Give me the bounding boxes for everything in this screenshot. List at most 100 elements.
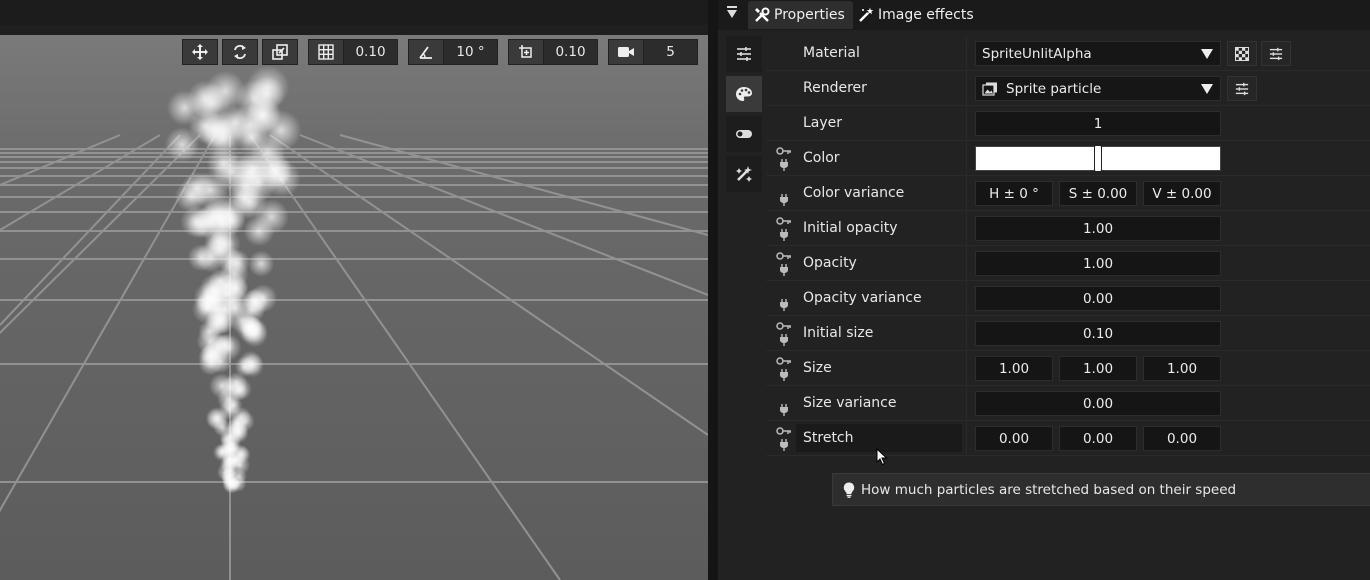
material-settings-button[interactable]: [1261, 41, 1291, 66]
color-label: Color: [803, 150, 840, 166]
camera-speed-toggle[interactable]: [608, 39, 644, 65]
tab-image-effects[interactable]: Image effects: [852, 1, 982, 29]
renderer-settings-button[interactable]: [1227, 76, 1257, 101]
hue-variance-input[interactable]: H ± 0 °: [975, 181, 1053, 206]
keyframe-key-icon[interactable]: [776, 322, 792, 332]
key-plug-icons: [776, 427, 792, 451]
initial-size-input[interactable]: 0.10: [975, 321, 1221, 346]
smoke-particle: [242, 288, 267, 313]
opacity-variance-input[interactable]: 0.00: [975, 286, 1221, 311]
plug-icon[interactable]: [779, 369, 789, 381]
scale-snap-value[interactable]: 0.10: [544, 39, 598, 65]
grid-snap-value[interactable]: 0.10: [344, 39, 398, 65]
scale-tool-button[interactable]: [262, 39, 298, 65]
property-row-color-variance: Color variance H ± 0 ° S ± 0.00 V ± 0.00: [766, 176, 1370, 211]
panel-tab-bar: Properties Image effects: [718, 0, 1370, 30]
plug-icon[interactable]: [779, 334, 789, 346]
collapse-menu-icon[interactable]: [727, 10, 737, 18]
property-tooltip: How much particles are stretched based o…: [832, 473, 1370, 506]
keyframe-key-icon[interactable]: [776, 147, 792, 157]
column-separator: [966, 106, 967, 141]
keyframe-key-icon[interactable]: [776, 357, 792, 367]
smoke-particle: [224, 440, 241, 457]
column-separator: [966, 36, 967, 71]
smoke-particle: [240, 353, 265, 378]
smoke-particle: [259, 154, 292, 187]
key-plug-icons: [776, 322, 792, 346]
grid-snap-group: 0.10: [308, 39, 398, 65]
material-value: SpriteUnlitAlpha: [982, 45, 1092, 62]
plug-icon[interactable]: [779, 159, 789, 171]
stretch-z-input[interactable]: 0.00: [1143, 426, 1221, 451]
property-row-color: Color: [766, 141, 1370, 176]
plug-icon[interactable]: [779, 439, 789, 451]
plug-icon[interactable]: [779, 264, 789, 276]
grid-snap-toggle[interactable]: [308, 39, 344, 65]
sidebar-tab-emission[interactable]: [726, 116, 762, 152]
keyframe-key-icon[interactable]: [776, 427, 792, 437]
size-y-input[interactable]: 1.00: [1059, 356, 1137, 381]
scale-snap-toggle[interactable]: [508, 39, 544, 65]
column-separator: [966, 281, 967, 316]
panel-divider[interactable]: [708, 0, 718, 580]
smoke-particle: [166, 90, 203, 126]
sidebar-tab-appearance[interactable]: [726, 76, 762, 112]
plug-icons: [776, 182, 792, 206]
size-variance-input[interactable]: 0.00: [975, 391, 1221, 416]
property-row-initial-size: Initial size 0.10: [766, 316, 1370, 351]
column-separator: [966, 246, 967, 281]
plug-icon[interactable]: [779, 404, 789, 416]
move-tool-button[interactable]: [182, 39, 218, 65]
sliders-icon: [1235, 82, 1249, 95]
key-plug-icons: [776, 147, 792, 171]
keyframe-key-icon[interactable]: [776, 217, 792, 227]
smoke-particle: [229, 475, 247, 492]
saturation-variance-input[interactable]: S ± 0.00: [1059, 181, 1137, 206]
initial-opacity-label: Initial opacity: [803, 220, 898, 236]
plug-icon[interactable]: [779, 299, 789, 311]
viewport-title-strip: [0, 0, 712, 25]
smoke-particle: [235, 79, 273, 118]
renderer-dropdown[interactable]: Sprite particle: [975, 76, 1221, 101]
color-picker-swatch[interactable]: [975, 145, 1221, 172]
rotate-tool-button[interactable]: [222, 39, 258, 65]
value-variance-input[interactable]: V ± 0.00: [1143, 181, 1221, 206]
sidebar-tab-general[interactable]: [726, 36, 762, 72]
smoke-particle: [202, 199, 237, 234]
color-slider-handle[interactable]: [1094, 145, 1102, 172]
stretch-y-input[interactable]: 0.00: [1059, 426, 1137, 451]
column-separator: [966, 316, 967, 351]
stretch-x-input[interactable]: 0.00: [975, 426, 1053, 451]
renderer-label: Renderer: [803, 80, 867, 96]
mouse-cursor-icon: [876, 448, 888, 466]
tab-properties[interactable]: Properties: [748, 1, 853, 29]
plug-icon[interactable]: [779, 194, 789, 206]
material-preview-button[interactable]: [1227, 41, 1257, 66]
material-label: Material: [803, 45, 860, 61]
angle-snap-value[interactable]: 10 °: [444, 39, 498, 65]
scene-viewport[interactable]: 0.10 10 ° 0.10 5: [0, 35, 708, 580]
lightbulb-icon: [843, 482, 855, 498]
camera-speed-value[interactable]: 5: [644, 39, 698, 65]
stretch-label: Stretch: [803, 430, 854, 446]
material-dropdown[interactable]: SpriteUnlitAlpha: [975, 41, 1221, 66]
column-separator: [966, 211, 967, 246]
magic-wand-icon: [859, 7, 874, 22]
properties-panel: Properties Image effects Material Sprite…: [718, 0, 1370, 580]
angle-snap-toggle[interactable]: [408, 39, 444, 65]
move-icon: [192, 44, 208, 60]
column-separator: [966, 71, 967, 106]
initial-opacity-input[interactable]: 1.00: [975, 216, 1221, 241]
opacity-input[interactable]: 1.00: [975, 251, 1221, 276]
palette-icon: [736, 87, 752, 101]
keyframe-key-icon[interactable]: [776, 252, 792, 262]
plug-icon[interactable]: [779, 229, 789, 241]
size-x-input[interactable]: 1.00: [975, 356, 1053, 381]
layer-input[interactable]: 1: [975, 111, 1221, 136]
smoke-particle: [223, 296, 247, 320]
size-z-input[interactable]: 1.00: [1143, 356, 1221, 381]
opacity-label: Opacity: [803, 255, 857, 271]
smoke-particle: [203, 118, 243, 158]
sidebar-tab-effects[interactable]: [726, 156, 762, 192]
property-row-initial-opacity: Initial opacity 1.00: [766, 211, 1370, 246]
